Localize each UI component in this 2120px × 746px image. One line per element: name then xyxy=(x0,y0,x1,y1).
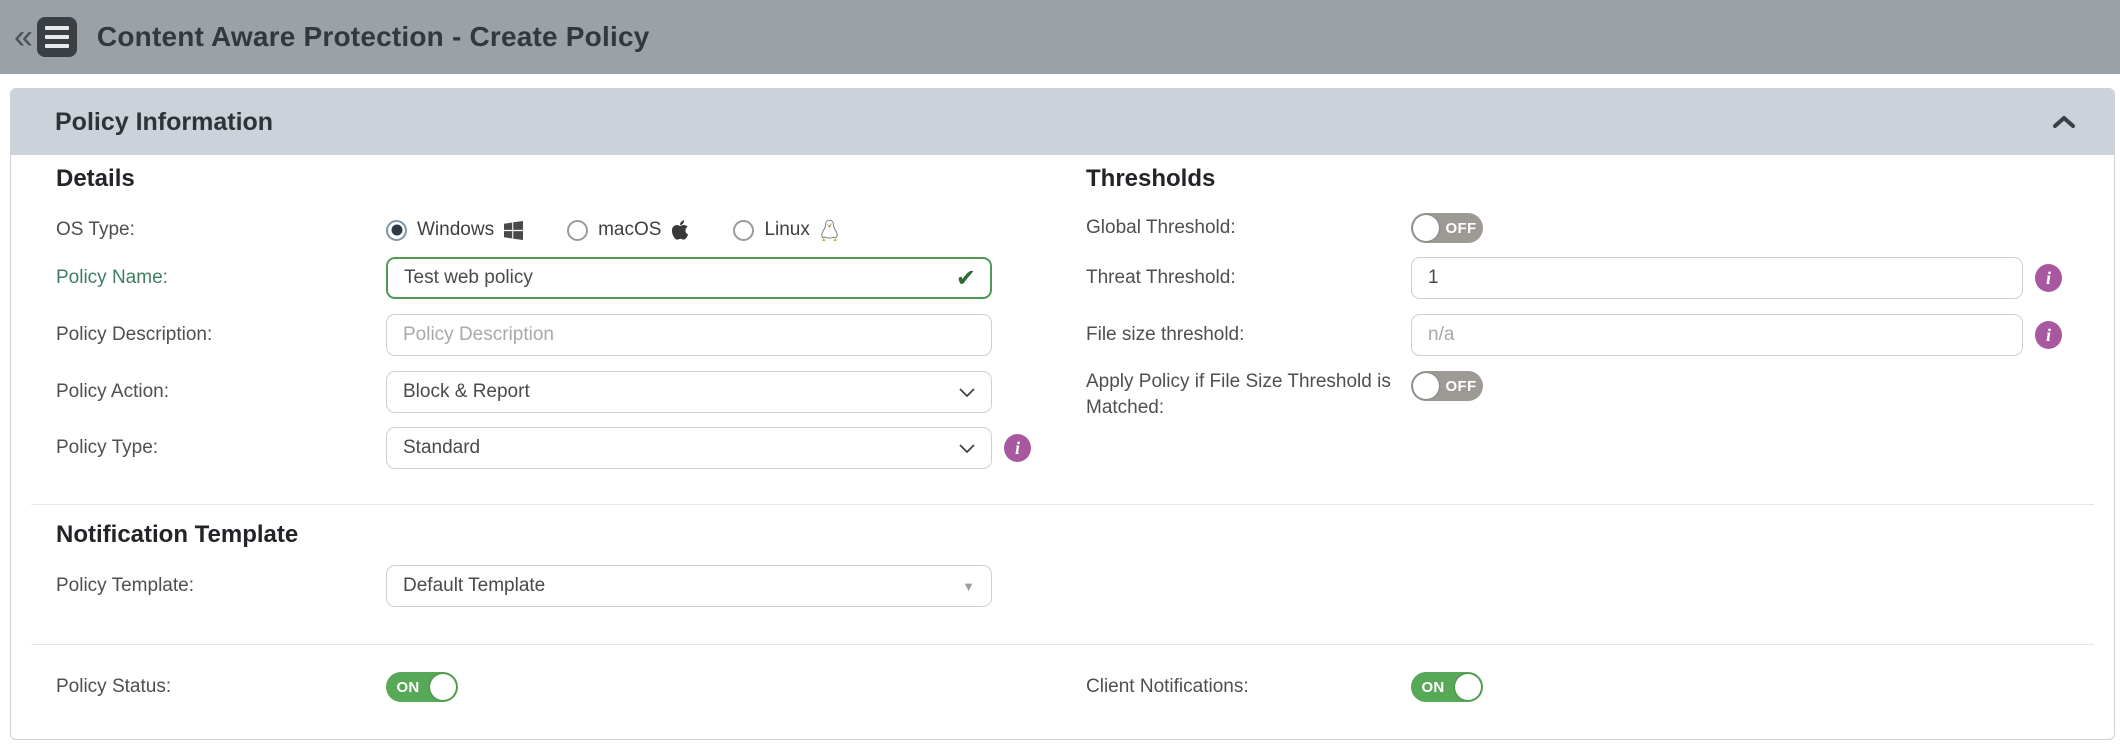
apply-policy-toggle[interactable]: OFF xyxy=(1411,371,1483,401)
details-heading: Details xyxy=(56,165,135,192)
policy-template-row: Policy Template: Default Template ▼ xyxy=(56,565,1046,607)
policy-type-row: Policy Type: Standard i xyxy=(56,427,1046,469)
linux-logo-icon xyxy=(820,219,839,242)
file-size-threshold-row: File size threshold: i xyxy=(1086,314,2086,356)
client-notifications-label: Client Notifications: xyxy=(1086,676,1249,698)
policy-type-select[interactable]: Standard xyxy=(386,427,992,469)
page-title: Content Aware Protection - Create Policy xyxy=(96,21,650,52)
windows-logo-icon xyxy=(504,220,524,240)
policy-type-value: Standard xyxy=(403,437,481,458)
apply-policy-label: Apply Policy if File Size Threshold is M… xyxy=(1086,371,1391,418)
apple-logo-icon xyxy=(671,219,689,241)
policy-description-input-wrap xyxy=(386,314,992,356)
file-size-threshold-label: File size threshold: xyxy=(1086,324,1245,346)
threat-threshold-row: Threat Threshold: i xyxy=(1086,257,2086,299)
threat-threshold-input-wrap xyxy=(1411,257,2023,299)
global-threshold-toggle[interactable]: OFF xyxy=(1411,213,1483,243)
chevron-up-icon[interactable] xyxy=(2052,115,2076,129)
policy-name-row: Policy Name: ✔ xyxy=(56,257,1046,299)
toggle-knob xyxy=(1413,215,1439,241)
policy-status-toggle[interactable]: ON xyxy=(386,672,458,702)
toggle-knob xyxy=(430,674,456,700)
policy-name-input-wrap: ✔ xyxy=(386,257,992,299)
policy-action-value: Block & Report xyxy=(403,381,530,402)
dropdown-triangle-icon: ▼ xyxy=(962,578,975,594)
policy-name-label: Policy Name: xyxy=(56,267,168,289)
toggle-state-label: OFF xyxy=(1445,377,1477,395)
apply-policy-row: Apply Policy if File Size Threshold is M… xyxy=(1086,369,2086,429)
client-notifications-toggle[interactable]: ON xyxy=(1411,672,1483,702)
os-type-label: OS Type: xyxy=(56,219,135,241)
section-divider xyxy=(31,504,2094,505)
os-type-radio-group: Windows macOS Linux xyxy=(386,219,839,242)
policy-description-input[interactable] xyxy=(386,314,992,356)
radio-windows-label: Windows xyxy=(417,219,495,240)
toggle-state-label: ON xyxy=(396,678,420,696)
thresholds-column: Thresholds Global Threshold: OFF Threat … xyxy=(1086,155,2086,740)
radio-macos[interactable]: macOS xyxy=(567,219,689,241)
policy-template-label: Policy Template: xyxy=(56,575,194,597)
radio-circle[interactable] xyxy=(386,219,407,241)
toggle-state-label: ON xyxy=(1421,678,1445,696)
info-icon[interactable]: i xyxy=(1004,434,1031,462)
radio-windows[interactable]: Windows xyxy=(386,219,524,241)
policy-status-row: Policy Status: ON xyxy=(56,671,1046,703)
details-column: Details OS Type: Windows macOS Linux Pol… xyxy=(56,155,1046,740)
panel-title: Policy Information xyxy=(55,107,274,136)
global-threshold-row: Global Threshold: OFF xyxy=(1086,213,2086,243)
radio-circle[interactable] xyxy=(733,219,755,241)
toggle-state-label: OFF xyxy=(1445,219,1477,237)
info-icon[interactable]: i xyxy=(2035,321,2062,349)
global-threshold-label: Global Threshold: xyxy=(1086,217,1236,239)
radio-linux-label: Linux xyxy=(764,219,810,240)
panel-body: Details OS Type: Windows macOS Linux Pol… xyxy=(11,155,2114,740)
panel-header[interactable]: Policy Information xyxy=(11,89,2114,155)
policy-action-row: Policy Action: Block & Report xyxy=(56,371,1046,413)
policy-type-label: Policy Type: xyxy=(56,437,159,459)
policy-name-input[interactable] xyxy=(386,257,992,299)
threat-threshold-input[interactable] xyxy=(1411,257,2023,299)
section-divider xyxy=(31,644,2094,645)
menu-list-icon[interactable] xyxy=(36,17,77,57)
notification-template-heading: Notification Template xyxy=(56,521,299,548)
policy-description-label: Policy Description: xyxy=(56,324,213,346)
info-icon[interactable]: i xyxy=(2035,264,2062,292)
chevron-down-icon xyxy=(959,443,975,453)
chevron-down-icon xyxy=(959,387,975,397)
collapse-sidebar-icon[interactable]: « xyxy=(14,20,33,54)
policy-action-label: Policy Action: xyxy=(56,381,169,403)
file-size-threshold-input-wrap xyxy=(1411,314,2023,356)
radio-linux[interactable]: Linux xyxy=(733,219,838,242)
os-type-row: OS Type: Windows macOS Linux xyxy=(56,207,1046,253)
policy-status-label: Policy Status: xyxy=(56,676,172,698)
policy-action-select[interactable]: Block & Report xyxy=(386,371,992,413)
threat-threshold-label: Threat Threshold: xyxy=(1086,267,1236,289)
thresholds-heading: Thresholds xyxy=(1086,165,1216,192)
radio-circle[interactable] xyxy=(567,219,589,241)
client-notifications-row: Client Notifications: ON xyxy=(1086,671,2086,703)
radio-macos-label: macOS xyxy=(598,219,662,240)
policy-information-panel: Policy Information Details OS Type: Wind… xyxy=(10,88,2115,740)
policy-template-value: Default Template xyxy=(403,575,546,596)
toggle-knob xyxy=(1455,674,1481,700)
top-title-bar: « Content Aware Protection - Create Poli… xyxy=(0,0,2120,74)
policy-template-select[interactable]: Default Template ▼ xyxy=(386,565,992,607)
policy-description-row: Policy Description: xyxy=(56,314,1046,356)
toggle-knob xyxy=(1413,373,1439,399)
file-size-threshold-input[interactable] xyxy=(1411,314,2023,356)
